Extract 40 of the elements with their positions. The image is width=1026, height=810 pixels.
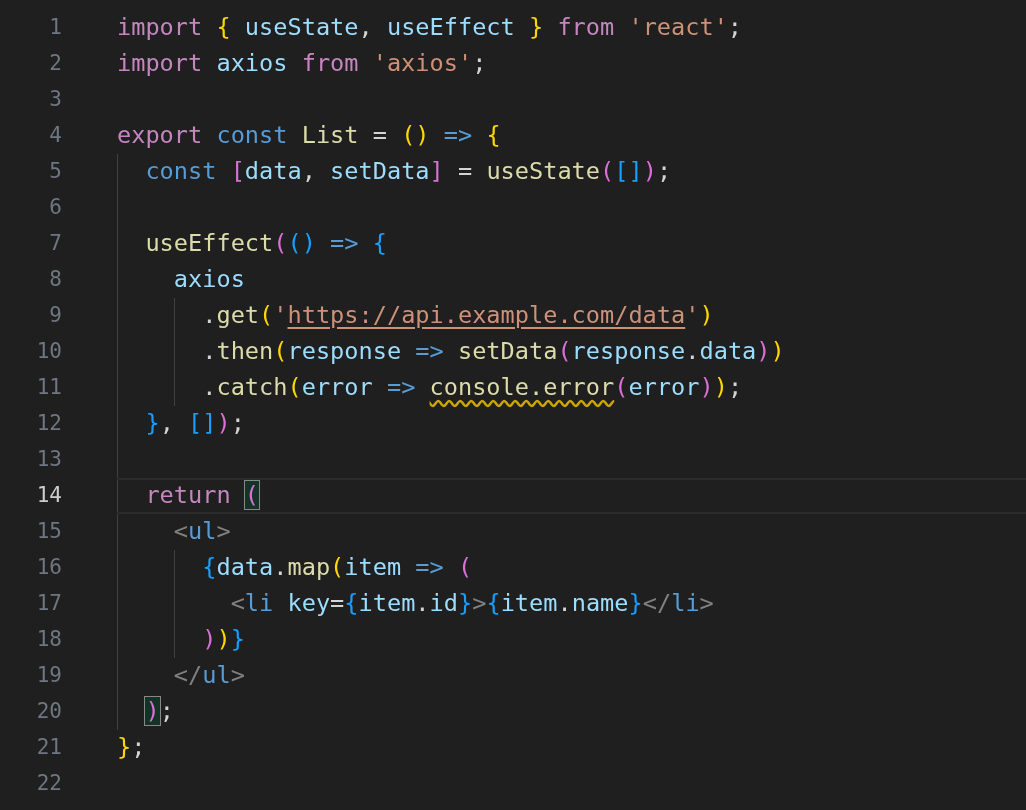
code-line: };: [117, 732, 146, 764]
line-number: 22: [35, 770, 62, 798]
code-line: </ul>: [172, 660, 245, 692]
line-number: 1: [48, 14, 62, 42]
line-number: 21: [35, 734, 62, 762]
code-line: ))}: [201, 624, 245, 656]
code-line: axios: [172, 264, 245, 296]
line-number: 2: [48, 50, 62, 78]
line-number: 13: [35, 446, 62, 474]
code-line: {data.map(item => (: [201, 552, 473, 584]
code-line: import { useState, useEffect } from 'react';: [117, 12, 743, 44]
line-number: 7: [48, 230, 62, 258]
code-line: useEffect(() => {: [144, 228, 387, 260]
line-number: 10: [35, 338, 62, 366]
code-line: .then(response => setData(response.data)): [201, 336, 785, 368]
line-number: 11: [35, 374, 62, 402]
code-line: }, []);: [144, 408, 245, 440]
line-number: 19: [35, 662, 62, 690]
line-number: 14: [35, 482, 62, 510]
code-line: return (: [144, 480, 260, 512]
code-line: export const List = () => {: [117, 120, 501, 152]
line-number: 12: [35, 410, 62, 438]
code-line: import axios from 'axios';: [117, 48, 487, 80]
line-number: 9: [48, 302, 62, 330]
code-line: <li key={item.id}>{item.name}</li>: [229, 588, 714, 620]
code-line: <ul>: [172, 516, 231, 548]
line-number: 6: [48, 194, 62, 222]
line-number: 16: [35, 554, 62, 582]
line-number: 18: [35, 626, 62, 654]
code-line: const [data, setData] = useState([]);: [144, 156, 672, 188]
line-number: 5: [48, 158, 62, 186]
line-number: 20: [35, 698, 62, 726]
line-number: 17: [35, 590, 62, 618]
line-number: 15: [35, 518, 62, 546]
line-number: 4: [48, 122, 62, 150]
code-line: .catch(error => console.error(error));: [201, 372, 743, 404]
code-line: );: [144, 696, 174, 728]
line-number: 8: [48, 266, 62, 294]
code-line: .get('https://api.example.com/data'): [201, 300, 714, 332]
line-number: 3: [48, 86, 62, 114]
